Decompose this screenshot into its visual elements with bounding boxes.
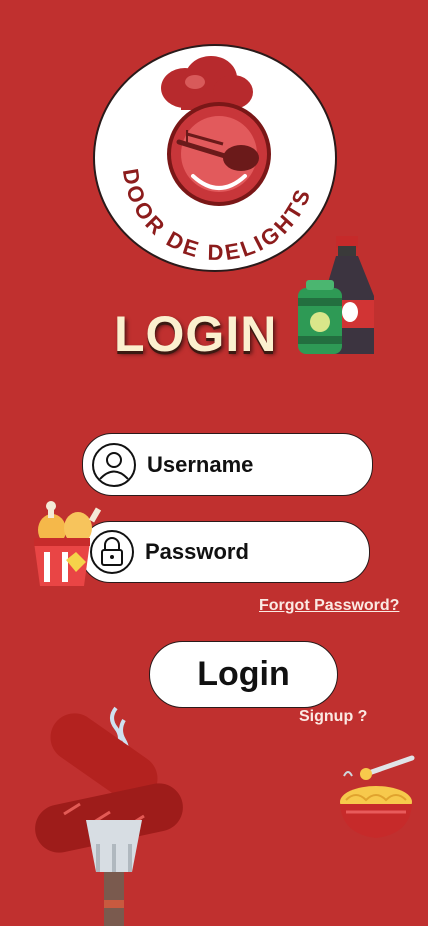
username-input[interactable] [147, 451, 337, 478]
noodles-icon [340, 755, 415, 838]
fried-chicken-icon [34, 501, 102, 586]
sausage-icon [35, 706, 183, 926]
login-button[interactable]: Login [149, 641, 338, 708]
password-field[interactable] [80, 521, 370, 583]
brand-name: DOOR DE DELIGHTS [118, 167, 313, 265]
forgot-password-link[interactable]: Forgot Password? [259, 597, 399, 615]
soda-icon [298, 236, 374, 354]
user-icon [92, 442, 136, 487]
password-input[interactable] [145, 539, 335, 565]
svg-text:DOOR DE DELIGHTS: DOOR DE DELIGHTS [118, 167, 316, 265]
username-field[interactable] [82, 433, 373, 496]
signup-link[interactable]: Signup ? [299, 708, 367, 726]
page-title: LOGIN [114, 306, 278, 362]
